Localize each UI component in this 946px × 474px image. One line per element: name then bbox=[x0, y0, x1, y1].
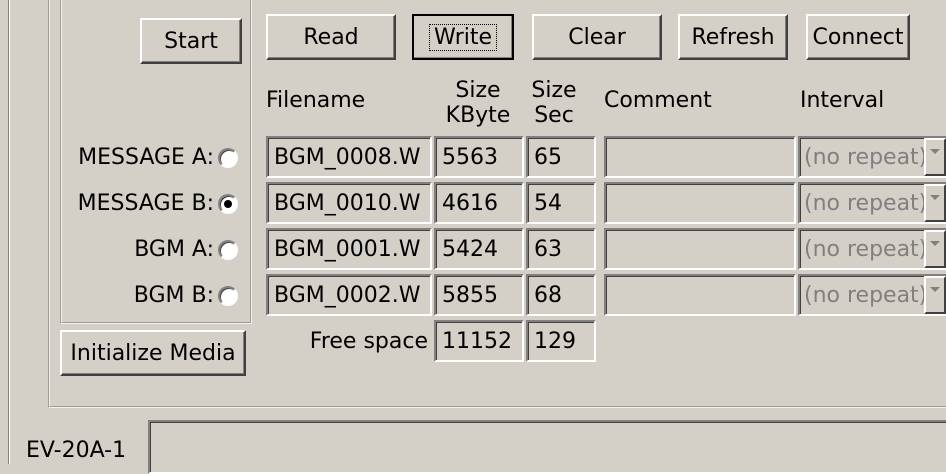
row-label-message-b: MESSAGE B: bbox=[77, 190, 214, 216]
size-sec-header: Size Sec bbox=[524, 78, 584, 129]
filename-field: BGM_0002.W bbox=[266, 274, 432, 316]
interval-value: (no repeat) bbox=[804, 236, 924, 262]
dropdown-arrow-icon[interactable] bbox=[924, 184, 946, 222]
comment-field[interactable] bbox=[604, 274, 796, 316]
size-kbyte-header: Size KByte bbox=[428, 78, 528, 129]
comment-field[interactable] bbox=[604, 136, 796, 178]
interval-dropdown[interactable]: (no repeat) bbox=[798, 182, 946, 224]
device-label: EV-20A-1 bbox=[26, 438, 127, 463]
outer-frame-line bbox=[8, 0, 10, 464]
row-label-message-a: MESSAGE A: bbox=[78, 144, 214, 170]
radio-bgm-b[interactable] bbox=[218, 286, 238, 306]
dropdown-arrow-icon[interactable] bbox=[924, 138, 946, 176]
row-label-bgm-a: BGM A: bbox=[134, 236, 214, 262]
comment-field[interactable] bbox=[604, 182, 796, 224]
radio-bgm-a[interactable] bbox=[218, 240, 238, 260]
size-kbyte-field: 5855 bbox=[434, 274, 524, 316]
write-button-label: Write bbox=[428, 23, 498, 51]
filename-field: BGM_0001.W bbox=[266, 228, 432, 270]
dropdown-arrow-icon[interactable] bbox=[924, 230, 946, 268]
filename-field: BGM_0008.W bbox=[266, 136, 432, 178]
comment-header: Comment bbox=[604, 88, 712, 113]
size-sec-field: 63 bbox=[526, 228, 596, 270]
free-space-label: Free space bbox=[309, 328, 428, 354]
radio-message-b[interactable] bbox=[218, 194, 238, 214]
size-kbyte-field: 4616 bbox=[434, 182, 524, 224]
refresh-button[interactable]: Refresh bbox=[678, 14, 788, 60]
size-kbyte-field: 5563 bbox=[434, 136, 524, 178]
size-sec-field: 65 bbox=[526, 136, 596, 178]
interval-dropdown[interactable]: (no repeat) bbox=[798, 274, 946, 316]
free-space-sec-field: 129 bbox=[526, 320, 596, 362]
interval-header: Interval bbox=[800, 88, 885, 113]
radio-selected-dot bbox=[224, 200, 232, 208]
size-sec-header-line2: Sec bbox=[534, 103, 574, 129]
status-field bbox=[148, 420, 946, 474]
radio-message-a[interactable] bbox=[218, 148, 238, 168]
size-sec-field: 68 bbox=[526, 274, 596, 316]
filename-header: Filename bbox=[266, 88, 366, 113]
free-space-kbyte-field: 11152 bbox=[434, 320, 524, 362]
dropdown-arrow-icon[interactable] bbox=[924, 276, 946, 314]
read-button[interactable]: Read bbox=[266, 14, 396, 60]
connect-button[interactable]: Connect bbox=[806, 14, 910, 60]
initialize-media-button[interactable]: Initialize Media bbox=[60, 330, 246, 376]
interval-dropdown[interactable]: (no repeat) bbox=[798, 228, 946, 270]
size-sec-field: 54 bbox=[526, 182, 596, 224]
interval-value: (no repeat) bbox=[804, 190, 924, 216]
start-button[interactable]: Start bbox=[140, 18, 242, 64]
row-label-bgm-b: BGM B: bbox=[133, 282, 214, 308]
size-sec-header-line1: Size bbox=[531, 78, 577, 103]
comment-field[interactable] bbox=[604, 228, 796, 270]
interval-value: (no repeat) bbox=[804, 144, 924, 170]
filename-field: BGM_0010.W bbox=[266, 182, 432, 224]
interval-value: (no repeat) bbox=[804, 282, 924, 308]
interval-dropdown[interactable]: (no repeat) bbox=[798, 136, 946, 178]
size-kbyte-header-line2: KByte bbox=[445, 103, 511, 129]
size-kbyte-field: 5424 bbox=[434, 228, 524, 270]
write-button[interactable]: Write bbox=[412, 14, 514, 60]
size-kbyte-header-line1: Size bbox=[455, 78, 501, 103]
clear-button[interactable]: Clear bbox=[532, 14, 662, 60]
